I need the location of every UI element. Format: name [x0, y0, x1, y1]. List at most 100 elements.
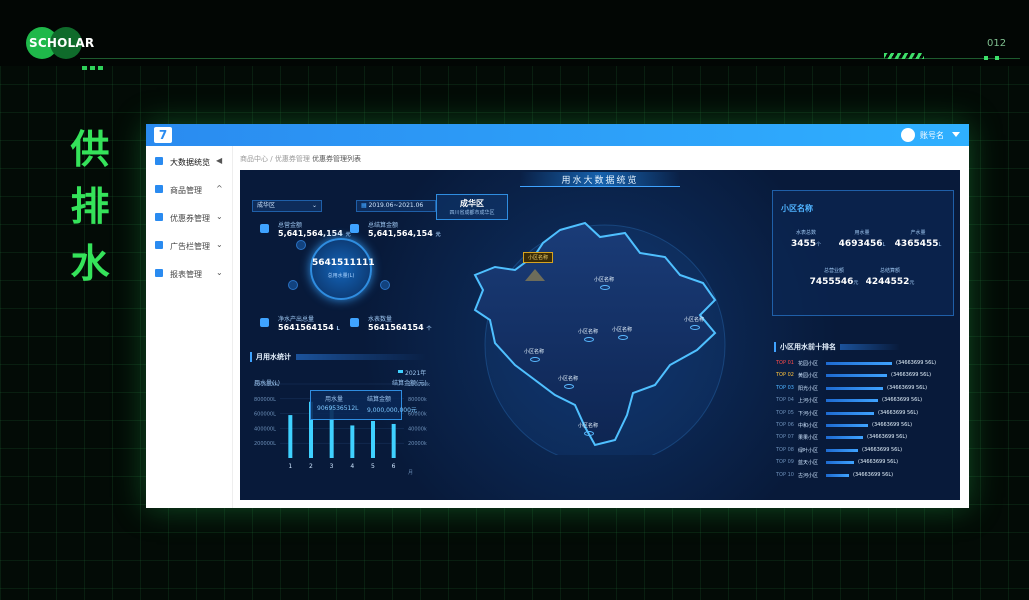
- rank-value: (34663699 56L): [878, 409, 919, 416]
- y2-tick-label: 80000k: [408, 397, 427, 403]
- map-dot: [618, 335, 628, 340]
- rank-name: 黄园小区: [798, 373, 819, 380]
- map-dot: [530, 357, 540, 362]
- rank-name: 上河小区: [798, 398, 819, 405]
- map-pin-selected[interactable]: 小区名称: [523, 252, 554, 263]
- ranking-row[interactable]: TOP 09 蓝天小区 (34663699 56L): [776, 457, 952, 469]
- map-label[interactable]: 小区名称: [612, 326, 632, 333]
- user-avatar[interactable]: [901, 128, 915, 142]
- rank-name: 古河小区: [798, 472, 819, 479]
- breadcrumb-current: 优惠券管理列表: [312, 155, 362, 163]
- y-tick-label: 600000L: [254, 412, 276, 418]
- ranking-title: 小区用水前十排名: [774, 342, 836, 352]
- y2-tick-label: 40000k: [408, 426, 427, 432]
- community-card: 小区名称 水表总数 3455个 用水量 4693456L 产水量 4365455…: [772, 190, 954, 316]
- ranking-row[interactable]: TOP 06 中和小区 (34663699 56L): [776, 420, 952, 432]
- y2-tick-label: 20000k: [408, 441, 427, 447]
- goods-icon: [155, 185, 163, 193]
- ranking-row[interactable]: TOP 02 黄园小区 (34663699 56L): [776, 370, 952, 382]
- rank-name: 花园小区: [798, 361, 819, 367]
- dashboard-panel: 用水大数据统览 成华区 ⌄ ▦ 2019.06~2021.06 总营金额 5,6…: [240, 170, 960, 500]
- rank-bar: [826, 399, 878, 403]
- rank-bar: [826, 424, 868, 427]
- rank-bar: [826, 411, 874, 415]
- map-label[interactable]: 小区名称: [524, 348, 544, 355]
- ranking-row[interactable]: TOP 07 果果小区 (34663699 56L): [776, 432, 952, 444]
- caret-down-icon[interactable]: [952, 132, 960, 137]
- rank-bar: [826, 473, 849, 477]
- total-amount-value: 5,641,564,154 元: [278, 229, 351, 238]
- wallet-icon: [260, 224, 269, 233]
- sidebar-item-report[interactable]: 报表管理 ⌄: [146, 264, 232, 284]
- rank-number: TOP 01: [776, 360, 794, 366]
- rank-bar: [826, 436, 863, 440]
- ranking-row[interactable]: TOP 01 花园小区 (34663699 56L): [776, 358, 952, 370]
- rank-name: 下河小区: [798, 410, 819, 417]
- purifier-icon: [260, 318, 269, 327]
- rank-bar: [826, 386, 883, 390]
- meter-icon: [350, 318, 359, 327]
- app-header: 7 账号名: [146, 124, 969, 146]
- monthly-chart-title: 月用水统计: [250, 352, 291, 362]
- user-name[interactable]: 账号名: [920, 130, 944, 141]
- map-dot: [600, 285, 610, 290]
- map-label[interactable]: 小区名称: [578, 328, 598, 335]
- vertical-title: 供 排 水: [70, 128, 110, 287]
- map-dot: [584, 337, 594, 342]
- map-dot: [584, 431, 594, 436]
- rank-value: (34663699 56L): [867, 434, 908, 441]
- bar[interactable]: [350, 425, 355, 458]
- y-tick-label: 200000L: [254, 441, 276, 447]
- chevron-down-icon: ⌄: [216, 268, 223, 277]
- rank-bar: [826, 461, 854, 465]
- slide-header: SCHOLAR 012: [0, 0, 1029, 70]
- x-axis-label: 月: [408, 470, 413, 476]
- page-number: 012: [987, 38, 1007, 49]
- date-range-picker[interactable]: ▦ 2019.06~2021.06: [356, 200, 436, 212]
- district-select[interactable]: 成华区 ⌄: [252, 200, 322, 212]
- clean-water-value: 5641564154 L: [278, 323, 340, 332]
- ranking-row[interactable]: TOP 10 古河小区 (34663699 56L): [776, 470, 952, 482]
- map-label[interactable]: 小区名称: [558, 375, 578, 382]
- sidebar-item-goods[interactable]: 商品管理 ^: [146, 180, 232, 200]
- stat-value: 4244552元: [865, 277, 915, 287]
- header-square: [984, 56, 988, 60]
- x-tick-label: 5: [371, 463, 375, 470]
- sidebar-item-dashboard[interactable]: 大数据统览 ◀: [146, 152, 232, 172]
- ranking-row[interactable]: TOP 05 下河小区 (34663699 56L): [776, 408, 952, 420]
- sidebar-item-coupon[interactable]: 优惠券管理 ⌄: [146, 208, 232, 228]
- total-bill-value: 5,641,564,154 元: [368, 229, 441, 238]
- rank-number: TOP 09: [776, 459, 794, 466]
- rank-value: (34663699 56L): [858, 459, 899, 466]
- ranking-row[interactable]: TOP 03 阳光小区 (34663699 56L): [776, 383, 952, 395]
- district-map[interactable]: [465, 215, 745, 455]
- dashboard-title: 用水大数据统览: [561, 176, 639, 186]
- rank-value: (34663699 56L): [853, 471, 894, 478]
- bar[interactable]: [288, 415, 293, 458]
- map-label[interactable]: 小区名称: [684, 316, 704, 323]
- breadcrumb-mid[interactable]: 优惠券管理: [275, 155, 310, 163]
- rank-value: (34663699 56L): [896, 360, 937, 366]
- rank-name: 中和小区: [798, 423, 819, 429]
- x-tick-label: 4: [350, 463, 354, 470]
- bar[interactable]: [371, 421, 375, 458]
- sidebar-item-ad[interactable]: 广告栏管理 ⌄: [146, 236, 232, 256]
- breadcrumb-home[interactable]: 商品中心: [240, 155, 268, 163]
- rank-number: TOP 05: [776, 409, 794, 416]
- card-title: 小区名称: [781, 204, 813, 213]
- scholar-logo: SCHOLAR: [26, 27, 94, 59]
- y2-tick-label: 100000k: [408, 382, 430, 388]
- map-label[interactable]: 小区名称: [578, 422, 598, 429]
- ranking-row[interactable]: TOP 04 上河小区 (34663699 56L): [776, 395, 952, 407]
- meter-count-value: 5641564154 个: [368, 323, 432, 332]
- map-dot: [690, 325, 700, 330]
- x-tick-label: 1: [288, 463, 292, 470]
- sidebar: 大数据统览 ◀ 商品管理 ^ 优惠券管理 ⌄ 广告栏管理 ⌄ 报表管理 ⌄: [146, 146, 233, 508]
- stat-value: 4365455L: [894, 239, 942, 249]
- rank-name: 果果小区: [798, 435, 819, 442]
- bar[interactable]: [391, 423, 396, 458]
- map-label[interactable]: 小区名称: [594, 276, 614, 283]
- stat-value: 3455个: [790, 239, 822, 249]
- rank-number: TOP 08: [776, 446, 794, 453]
- ranking-row[interactable]: TOP 08 绿叶小区 (34663699 56L): [776, 445, 952, 457]
